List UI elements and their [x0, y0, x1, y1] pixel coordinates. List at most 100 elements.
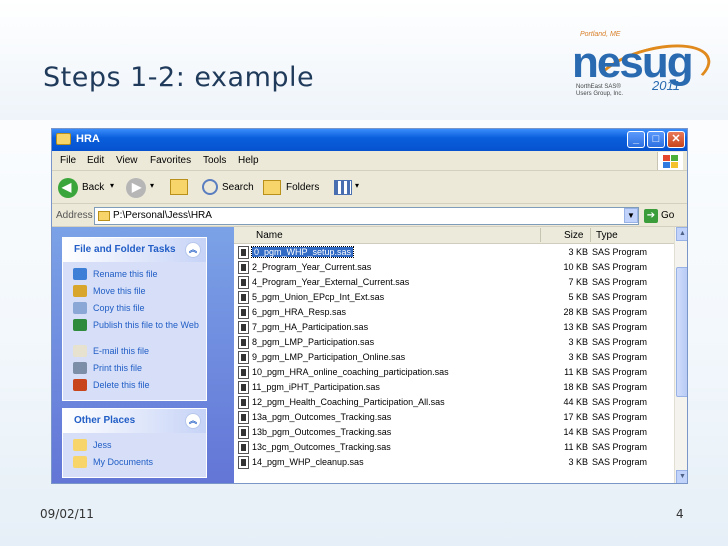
menu-favorites[interactable]: Favorites [150, 155, 191, 166]
back-dropdown-icon[interactable]: ▾ [110, 181, 114, 190]
back-arrow-icon[interactable]: ◀ [58, 178, 78, 198]
table-row[interactable]: 5_pgm_Union_EPcp_Int_Ext.sas 5 KB SAS Prog… [234, 290, 674, 305]
file-size: 7 KB [568, 277, 588, 287]
file-name: 2_Program_Year_Current.sas [252, 262, 372, 272]
task-label: Jess [93, 440, 112, 450]
task-label: Print this file [93, 363, 143, 373]
file-type: SAS Program [592, 442, 648, 452]
slide-page-number: 4 [676, 507, 684, 521]
folder-icon [56, 133, 71, 145]
sas-file-icon [238, 336, 249, 349]
printer-icon [73, 362, 87, 374]
maximize-button[interactable]: □ [647, 131, 665, 148]
sas-file-icon [238, 321, 249, 334]
file-type: SAS Program [592, 322, 648, 332]
collapse-icon[interactable]: ︽ [185, 413, 201, 429]
file-size: 3 KB [568, 247, 588, 257]
file-type: SAS Program [592, 262, 648, 272]
panel-header[interactable]: File and Folder Tasks ︽ [63, 238, 206, 262]
table-row[interactable]: 6_pgm_HRA_Resp.sas 28 KB SAS Program [234, 305, 674, 320]
column-name[interactable]: Name [256, 230, 283, 241]
table-row[interactable]: 2_Program_Year_Current.sas 10 KB SAS Progr… [234, 260, 674, 275]
table-row[interactable]: 11_pgm_iPHT_Participation.sas 18 KB SAS Pr… [234, 380, 674, 395]
file-type: SAS Program [592, 367, 648, 377]
task-item[interactable]: Jess [73, 439, 206, 456]
menu-edit[interactable]: Edit [87, 155, 104, 166]
rename-icon [73, 268, 87, 280]
column-size[interactable]: Size [564, 230, 583, 241]
menu-help[interactable]: Help [238, 155, 259, 166]
close-button[interactable]: ✕ [667, 131, 685, 148]
file-name: 7_pgm_HA_Participation.sas [252, 322, 369, 332]
file-name: 8_pgm_LMP_Participation.sas [252, 337, 375, 347]
window-title: HRA [76, 133, 100, 145]
search-button[interactable]: Search [222, 182, 254, 193]
go-button[interactable]: Go [661, 210, 674, 221]
up-folder-icon[interactable] [170, 179, 188, 195]
views-icon[interactable] [334, 180, 352, 195]
task-item[interactable]: Print this file [73, 362, 206, 379]
file-size: 3 KB [568, 457, 588, 467]
address-input[interactable]: P:\Personal\Jess\HRA [94, 207, 639, 225]
sas-file-icon [238, 246, 249, 259]
table-row[interactable]: 10_pgm_HRA_online_coaching_participation… [234, 365, 674, 380]
panel-title: File and Folder Tasks [74, 244, 176, 255]
collapse-icon[interactable]: ︽ [185, 242, 201, 258]
windows-flag-icon [657, 152, 683, 170]
search-icon[interactable] [202, 179, 218, 195]
file-name: 6_pgm_HRA_Resp.sas [252, 307, 347, 317]
table-row[interactable]: 13a_pgm_Outcomes_Tracking.sas 17 KB SAS Pr… [234, 410, 674, 425]
scroll-up-icon[interactable]: ▲ [676, 227, 687, 241]
forward-arrow-icon[interactable]: ▶ [126, 178, 146, 198]
folders-icon[interactable] [263, 180, 281, 195]
move-icon [73, 285, 87, 297]
scroll-down-icon[interactable]: ▼ [676, 470, 687, 483]
column-type[interactable]: Type [596, 230, 618, 241]
table-row[interactable]: 14_pgm_WHP_cleanup.sas 3 KB SAS Program [234, 455, 674, 470]
views-dropdown-icon[interactable]: ▾ [355, 181, 359, 190]
task-item[interactable]: Publish this file to the Web [73, 319, 206, 345]
back-button[interactable]: Back [82, 182, 104, 193]
file-name: 10_pgm_HRA_online_coaching_participation… [252, 367, 449, 377]
folder-icon [73, 456, 87, 468]
window-titlebar[interactable]: HRA _ □ ✕ [52, 129, 687, 151]
panel-header[interactable]: Other Places ︽ [63, 409, 206, 433]
table-row[interactable]: 9_pgm_LMP_Participation_Online.sas 3 KB SA… [234, 350, 674, 365]
task-item[interactable]: Rename this file [73, 268, 206, 285]
menu-view[interactable]: View [116, 155, 138, 166]
table-row[interactable]: 8_pgm_LMP_Participation.sas 3 KB SAS Progr… [234, 335, 674, 350]
table-row[interactable]: 7_pgm_HA_Participation.sas 13 KB SAS Progr… [234, 320, 674, 335]
file-folder-tasks-panel: File and Folder Tasks ︽ Rename this file… [62, 237, 207, 401]
scroll-thumb[interactable] [676, 267, 687, 397]
file-name: 0_pgm_WHP_setup.sas [250, 246, 355, 258]
table-row[interactable]: 13b_pgm_Outcomes_Tracking.sas 14 KB SAS Pr… [234, 425, 674, 440]
folders-button[interactable]: Folders [286, 182, 319, 193]
sas-file-icon [238, 351, 249, 364]
table-row[interactable]: 4_Program_Year_External_Current.sas 7 KB S… [234, 275, 674, 290]
address-value: P:\Personal\Jess\HRA [113, 210, 212, 221]
file-size: 14 KB [563, 427, 588, 437]
sas-file-icon [238, 366, 249, 379]
logo-subtitle-1: NorthEast SAS® [576, 84, 621, 90]
menu-tools[interactable]: Tools [203, 155, 226, 166]
file-size: 3 KB [568, 337, 588, 347]
task-item[interactable]: E-mail this file [73, 345, 206, 362]
copy-icon [73, 302, 87, 314]
panel-title: Other Places [74, 415, 136, 426]
task-item[interactable]: Move this file [73, 285, 206, 302]
file-size: 17 KB [563, 412, 588, 422]
forward-dropdown-icon[interactable]: ▾ [150, 181, 154, 190]
menu-file[interactable]: File [60, 155, 76, 166]
table-row[interactable]: 0_pgm_WHP_setup.sas 3 KB SAS Program [234, 245, 674, 260]
vertical-scrollbar[interactable]: ▲ ▼ [674, 227, 687, 483]
task-item[interactable]: My Documents [73, 456, 206, 473]
slide-title: Steps 1-2: example [43, 62, 315, 93]
go-arrow-icon[interactable]: ➔ [644, 209, 658, 223]
address-dropdown-icon[interactable]: ▼ [624, 208, 638, 223]
task-item[interactable]: Delete this file [73, 379, 206, 396]
address-bar: Address P:\Personal\Jess\HRA ▼ ➔ Go [52, 205, 687, 227]
table-row[interactable]: 13c_pgm_Outcomes_Tracking.sas 11 KB SAS Pr… [234, 440, 674, 455]
table-row[interactable]: 12_pgm_Health_Coaching_Participation_All… [234, 395, 674, 410]
task-item[interactable]: Copy this file [73, 302, 206, 319]
minimize-button[interactable]: _ [627, 131, 645, 148]
